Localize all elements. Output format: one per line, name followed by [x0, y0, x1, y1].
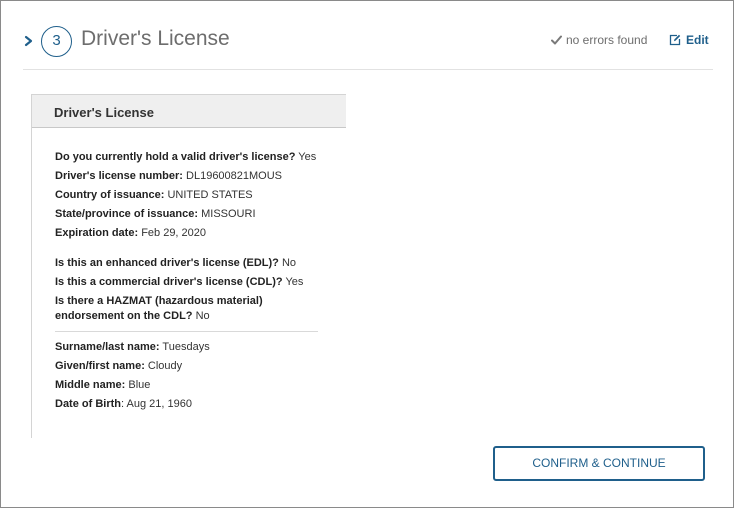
edit-icon	[669, 34, 681, 46]
confirm-continue-button[interactable]: CONFIRM & CONTINUE	[493, 446, 705, 481]
chevron-right-icon[interactable]	[23, 34, 35, 47]
field-value: Feb 29, 2020	[141, 227, 207, 239]
card-title: Driver's License	[54, 105, 154, 120]
field-value: DL19600821MOUS	[186, 170, 283, 182]
field-label: Is this a commercial driver's license (C…	[55, 276, 283, 288]
step-title: Driver's License	[81, 27, 230, 50]
field-valid-license: Do you currently hold a valid driver's l…	[55, 150, 316, 165]
field-hazmat: Is there a HAZMAT (hazardous material) e…	[55, 294, 325, 324]
field-value: : Aug 21, 1960	[121, 398, 192, 410]
step-number-badge: 3	[41, 26, 72, 57]
field-date-of-birth: Date of Birth: Aug 21, 1960	[55, 397, 192, 412]
field-label: Given/first name:	[55, 360, 145, 372]
field-label: Driver's license number:	[55, 170, 183, 182]
field-value: Yes	[285, 276, 304, 288]
field-label: Is this an enhanced driver's license (ED…	[55, 257, 279, 269]
review-panel: 3 Driver's License no errors found Edit …	[0, 0, 734, 508]
field-value: Yes	[298, 151, 317, 163]
field-value: No	[195, 310, 210, 322]
field-label: Country of issuance:	[55, 189, 165, 201]
section-divider	[55, 331, 318, 332]
drivers-license-summary-card: Driver's License Do you currently hold a…	[31, 94, 346, 438]
field-label: Surname/last name:	[55, 341, 160, 353]
validation-status: no errors found	[551, 33, 647, 47]
field-edl: Is this an enhanced driver's license (ED…	[55, 256, 296, 271]
field-label: Middle name:	[55, 379, 126, 391]
field-middle-name: Middle name: Blue	[55, 378, 150, 393]
checkmark-icon	[551, 35, 562, 45]
field-label: State/province of issuance:	[55, 208, 199, 220]
card-header: Driver's License	[32, 94, 346, 128]
status-text: no errors found	[566, 33, 648, 47]
field-value: Blue	[128, 379, 151, 391]
edit-label: Edit	[686, 33, 709, 47]
field-label: Expiration date:	[55, 227, 139, 239]
field-state: State/province of issuance: MISSOURI	[55, 207, 256, 222]
field-label: Do you currently hold a valid driver's l…	[55, 151, 296, 163]
field-license-number: Driver's license number: DL19600821MOUS	[55, 169, 282, 184]
field-label: Date of Birth	[55, 398, 121, 410]
field-country: Country of issuance: UNITED STATES	[55, 188, 253, 203]
field-expiration: Expiration date: Feb 29, 2020	[55, 226, 206, 241]
field-value: Cloudy	[147, 360, 183, 372]
field-label: Is there a HAZMAT (hazardous material) e…	[55, 295, 263, 322]
field-cdl: Is this a commercial driver's license (C…	[55, 275, 303, 290]
field-value: Tuesdays	[162, 341, 210, 353]
step-header: 3 Driver's License no errors found Edit	[23, 23, 713, 70]
field-given-name: Given/first name: Cloudy	[55, 359, 182, 374]
field-value: UNITED STATES	[167, 189, 253, 201]
edit-link[interactable]: Edit	[669, 33, 709, 47]
field-value: MISSOURI	[201, 208, 256, 220]
field-surname: Surname/last name: Tuesdays	[55, 340, 210, 355]
field-value: No	[281, 257, 297, 269]
